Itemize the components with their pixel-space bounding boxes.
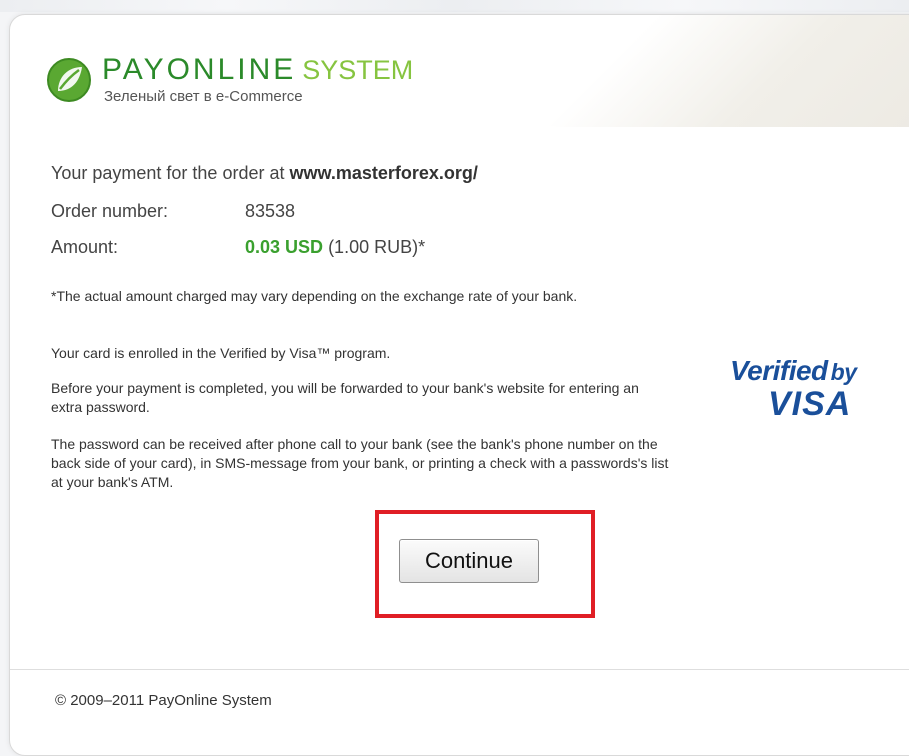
continue-button[interactable]: Continue [399, 539, 539, 583]
order-number-row: Order number: 83538 [51, 201, 295, 222]
enrolled-note: Your card is enrolled in the Verified by… [51, 345, 391, 361]
payonline-logo: PAYONLINE SYSTEM Зеленый свет в e-Commerc… [46, 53, 466, 117]
footer-copyright: © 2009–2011 PayOnline System [55, 692, 272, 709]
order-intro-text: Your payment for the order at [51, 163, 285, 183]
page-background-band [0, 0, 909, 12]
vbv-visa: VISA [768, 385, 852, 423]
header-decoration [480, 15, 909, 127]
forward-note: Before your payment is completed, you wi… [51, 380, 639, 415]
vbv-line1: Verified by [730, 355, 857, 387]
vbv-verified: Verified [730, 355, 828, 386]
logo-brand: PAYONLINE [102, 53, 297, 86]
payment-card: PAYONLINE SYSTEM Зеленый свет в e-Commerc… [9, 14, 909, 756]
logo-system: SYSTEM [302, 55, 414, 85]
payonline-leaf-icon [47, 58, 91, 102]
verified-by-visa-logo: Verified by VISA [730, 355, 890, 425]
amount-label: Amount: [51, 237, 119, 257]
order-intro: Your payment for the order at www.master… [51, 163, 478, 184]
logo-wordmark: PAYONLINE SYSTEM [102, 53, 413, 87]
order-number-value: 83538 [245, 201, 296, 221]
password-note: The password can be received after phone… [51, 436, 669, 490]
amount-row: Amount: 0.03 USD (1.00 RUB)* [51, 237, 425, 258]
exchange-rate-note: *The actual amount charged may vary depe… [51, 288, 578, 304]
amount-usd: 0.03 USD [245, 237, 324, 257]
order-number-label: Order number: [51, 201, 169, 221]
amount-rub: (1.00 RUB)* [328, 237, 426, 257]
merchant-site: www.masterforex.org/ [289, 163, 478, 183]
logo-tagline: Зеленый свет в e-Commerce [104, 88, 303, 105]
footer-divider [10, 669, 909, 670]
vbv-by: by [830, 359, 857, 385]
